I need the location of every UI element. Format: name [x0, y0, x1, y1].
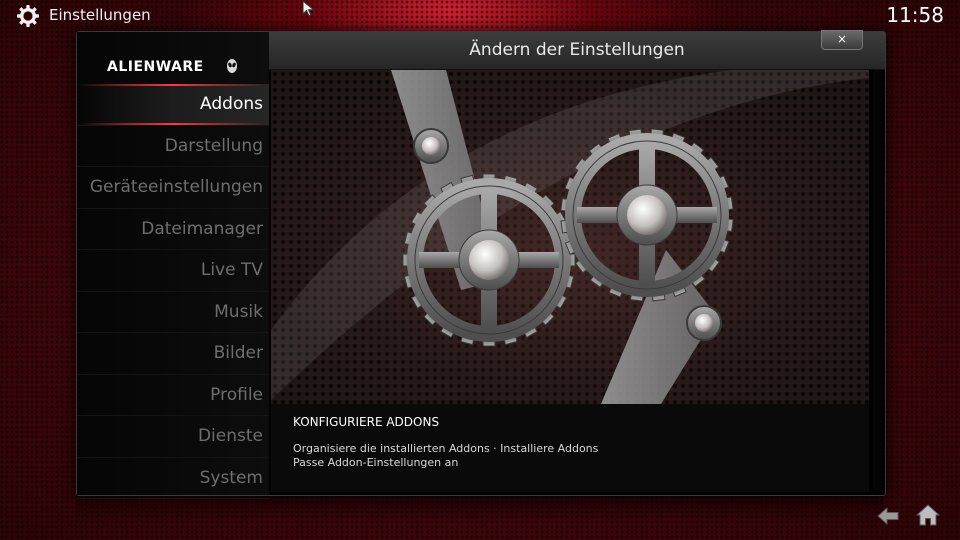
settings-gear-icon[interactable] — [16, 4, 40, 28]
sidebar-item-dateimanager[interactable]: Dateimanager — [77, 209, 269, 250]
sidebar-item-label: System — [199, 467, 263, 488]
settings-panel: ALIENWARE Addons Darstellung Geräteeinst… — [76, 30, 886, 499]
sidebar-item-label: Geräteeinstellungen — [89, 177, 263, 197]
sidebar-item-darstellung[interactable]: Darstellung — [77, 126, 269, 167]
sidebar-item-label: Darstellung — [164, 135, 263, 156]
sidebar-item-label: Addons — [200, 94, 263, 114]
sidebar-item-label: Musik — [214, 301, 263, 322]
sidebar: ALIENWARE Addons Darstellung Geräteeinst… — [77, 32, 269, 499]
top-bar: Einstellungen 11:58 — [0, 0, 960, 32]
dialog-header: Ändern der Einstellungen × — [269, 30, 885, 70]
back-arrow-icon[interactable] — [876, 505, 900, 527]
sidebar-item-system[interactable]: System — [77, 458, 269, 499]
scrollbar[interactable] — [873, 70, 881, 490]
gears-artwork — [271, 70, 869, 404]
dialog-title: Ändern der Einstellungen — [469, 40, 685, 60]
sidebar-item-bilder[interactable]: Bilder — [77, 333, 269, 375]
sidebar-item-label: Live TV — [200, 260, 263, 280]
sidebar-item-label: Dateimanager — [141, 218, 263, 239]
sidebar-item-label: Dienste — [197, 426, 263, 446]
description-line-1: Organisiere die installierten Addons · I… — [293, 442, 599, 455]
sidebar-item-musik[interactable]: Musik — [77, 292, 269, 333]
close-button[interactable]: × — [821, 30, 863, 50]
sidebar-item-addons[interactable]: Addons — [77, 84, 269, 126]
svg-text:ALIENWARE: ALIENWARE — [107, 59, 204, 75]
description-line-2: Passe Addon-Einstellungen an — [293, 456, 459, 469]
sidebar-item-dienste[interactable]: Dienste — [77, 416, 269, 458]
sidebar-item-profile[interactable]: Profile — [77, 375, 269, 416]
sidebar-item-label: Profile — [210, 384, 263, 405]
clock: 11:58 — [886, 3, 944, 27]
sidebar-item-label: Bilder — [213, 343, 263, 363]
window-title: Einstellungen — [49, 6, 151, 24]
sidebar-item-live-tv[interactable]: Live TV — [77, 250, 269, 292]
description-title: KONFIGURIERE ADDONS — [293, 415, 440, 429]
description-box: KONFIGURIERE ADDONS Organisiere die inst… — [271, 404, 869, 492]
alienware-logo: ALIENWARE — [107, 59, 237, 75]
mouse-cursor-icon — [302, 0, 315, 17]
sidebar-item-geraeteeinstellungen[interactable]: Geräteeinstellungen — [77, 167, 269, 209]
home-icon[interactable] — [916, 503, 940, 527]
sidebar-menu: Addons Darstellung Geräteeinstellungen D… — [77, 84, 269, 499]
